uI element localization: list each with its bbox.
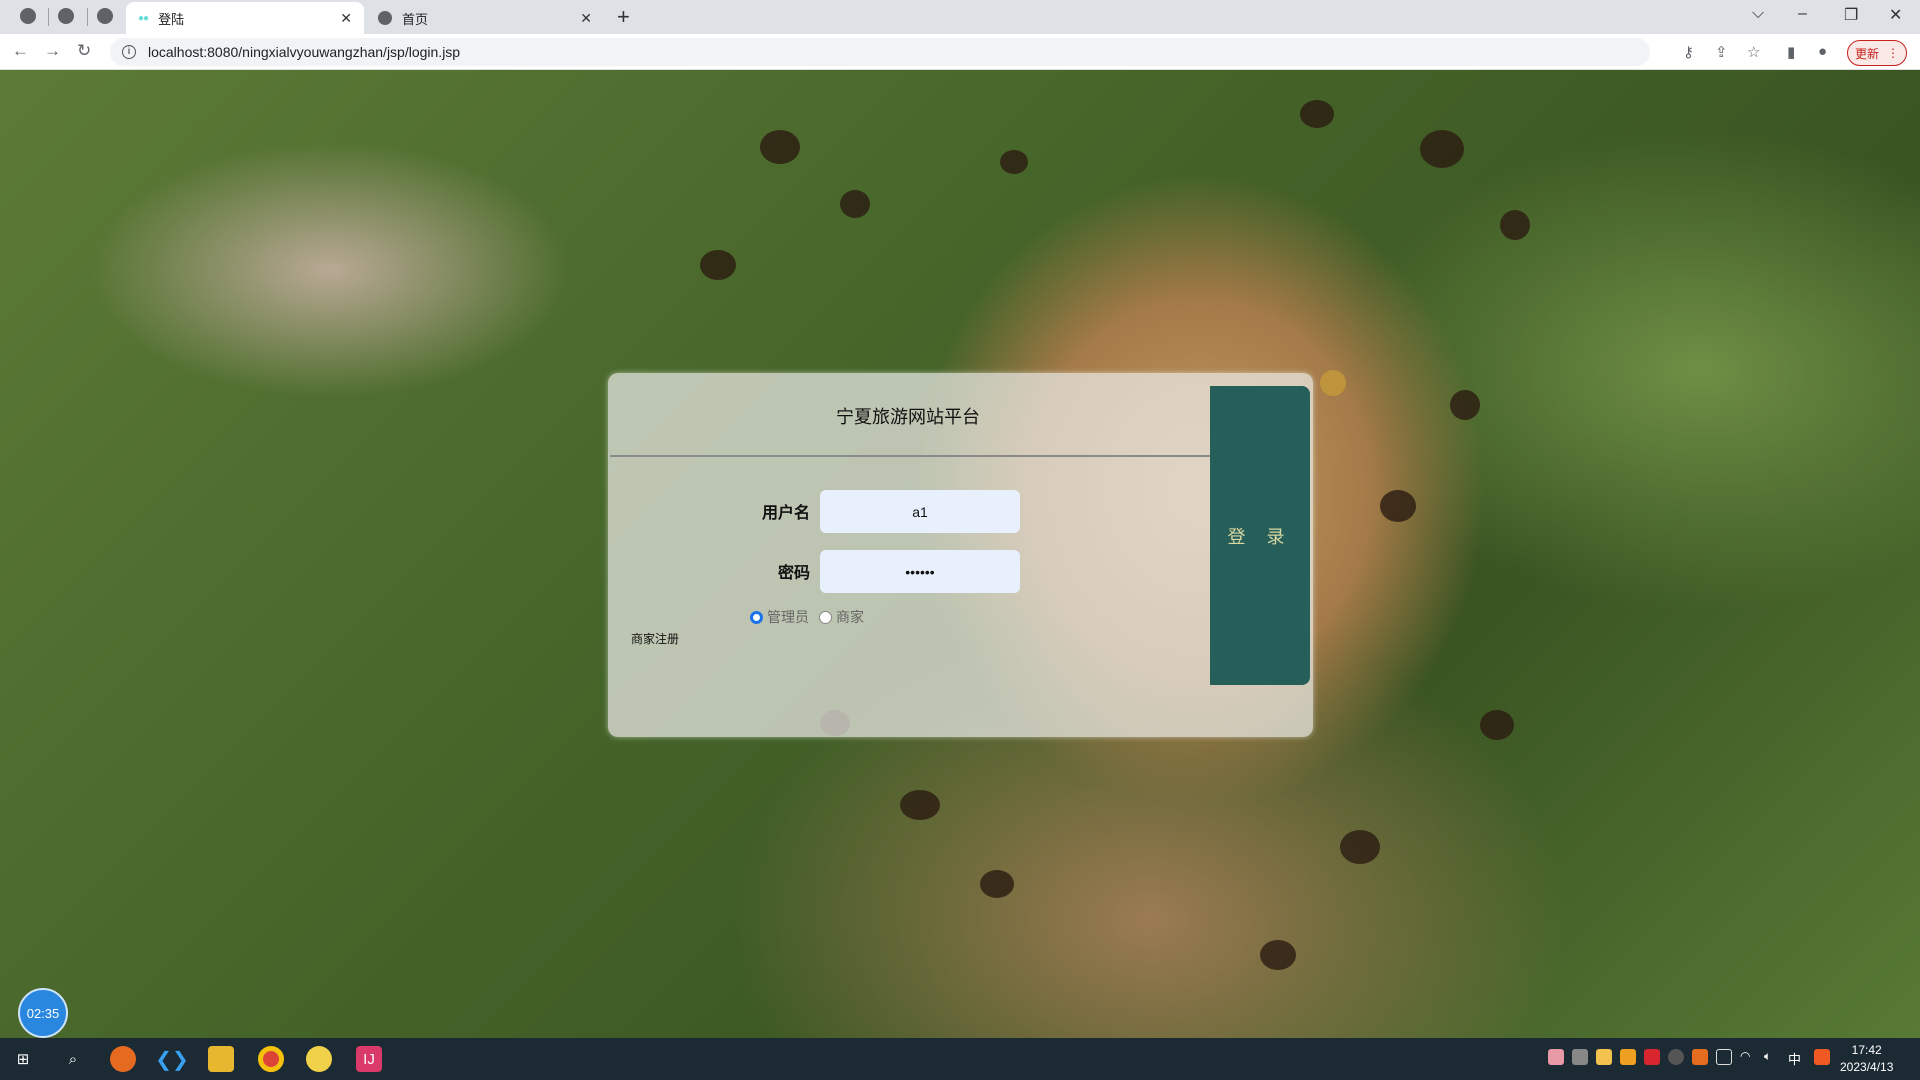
tray-app-icon[interactable] — [1644, 1049, 1660, 1065]
merchant-register-link[interactable]: 商家注册 — [631, 630, 679, 647]
wifi-icon[interactable]: ◠ — [1740, 1049, 1756, 1065]
tray-window-icon[interactable] — [1596, 1049, 1612, 1065]
file-explorer-icon[interactable] — [208, 1046, 234, 1072]
browser-tab-bar: ●● 登陆 ✕ 首页 ✕ + ⌵ – ❐ ✕ — [0, 0, 1920, 34]
back-icon[interactable]: ← — [12, 41, 29, 61]
vscode-icon[interactable]: ❮❯ — [155, 1046, 189, 1072]
url-bar[interactable]: i localhost:8080/ningxialvyouwangzhan/js… — [110, 38, 1650, 66]
tab-title: 登陆 — [158, 11, 185, 27]
username-input[interactable] — [820, 490, 1020, 533]
radio-merchant[interactable] — [819, 610, 832, 624]
volume-icon[interactable]: 🔈︎ — [1764, 1049, 1780, 1065]
globe-icon — [378, 11, 392, 25]
clock-time: 17:42 — [1851, 1043, 1882, 1057]
tab-search-chevron-icon[interactable]: ⌵ — [1752, 5, 1764, 23]
address-toolbar: ← → ↻ i localhost:8080/ningxialvyouwangz… — [0, 34, 1920, 70]
tab-divider — [48, 8, 49, 26]
close-tab-icon[interactable]: ✕ — [580, 10, 592, 27]
login-button[interactable]: 登 录 — [1210, 386, 1310, 685]
tab-title: 首页 — [402, 11, 429, 27]
recording-timer[interactable]: 02:35 — [18, 988, 68, 1038]
pinned-tab-globe-icon[interactable] — [97, 8, 113, 24]
windows-start-icon[interactable]: ⊞ — [10, 1046, 36, 1072]
sogou-icon[interactable] — [1814, 1049, 1830, 1065]
ime-indicator[interactable]: 中 — [1788, 1049, 1804, 1067]
tray-app-icon[interactable] — [1668, 1049, 1684, 1065]
forward-icon[interactable]: → — [44, 41, 61, 61]
update-label: 更新 — [1854, 46, 1879, 61]
intellij-icon[interactable]: IJ — [356, 1046, 382, 1072]
radio-admin[interactable] — [750, 610, 763, 624]
url-text: localhost:8080/ningxialvyouwangzhan/jsp/… — [148, 44, 461, 60]
role-selector: 管理员 商家 — [750, 607, 864, 627]
loading-dots-icon: ●● — [138, 12, 149, 24]
clock-date: 2023/4/13 — [1840, 1060, 1894, 1074]
tab-login[interactable]: ●● 登陆 ✕ — [126, 2, 364, 34]
info-icon[interactable]: i — [122, 45, 136, 59]
username-label: 用户名 — [761, 505, 810, 522]
search-icon[interactable]: ⌕ — [60, 1046, 86, 1072]
password-label: 密码 — [777, 565, 810, 582]
key-icon[interactable]: ⚷ — [1683, 43, 1694, 61]
tab-divider — [87, 8, 88, 26]
login-panel: 宁夏旅游网站平台 用户名 密码 管理员 商家 商家注册 登 录 — [608, 373, 1313, 737]
side-panel-icon[interactable]: ▮ — [1787, 43, 1795, 61]
minimize-icon[interactable]: – — [1798, 5, 1807, 23]
title-divider — [610, 455, 1210, 457]
password-input[interactable] — [820, 550, 1020, 593]
pinned-tab-globe-icon[interactable] — [58, 8, 74, 24]
clock[interactable]: 17:42 2023/4/13 — [1840, 1042, 1893, 1076]
site-title: 宁夏旅游网站平台 — [836, 407, 980, 427]
chrome-icon[interactable] — [258, 1046, 284, 1072]
close-tab-icon[interactable]: ✕ — [340, 10, 352, 27]
restore-icon[interactable]: ❐ — [1844, 5, 1858, 25]
tray-security-icon[interactable] — [1620, 1049, 1636, 1065]
reload-icon[interactable]: ↻ — [77, 41, 91, 61]
kebab-menu-icon: ⋮ — [1887, 46, 1899, 60]
taskbar: ⊞ ⌕ ❮❯ IJ ◠ 🔈︎ 中 17:42 2023/4/13 — [0, 1038, 1920, 1080]
radio-merchant-label: 商家 — [836, 609, 864, 625]
update-button[interactable]: 更新 ⋮ — [1847, 40, 1907, 66]
tray-app-icon[interactable] — [1548, 1049, 1564, 1065]
app-icon[interactable] — [306, 1046, 332, 1072]
tray-app-icon[interactable] — [1572, 1049, 1588, 1065]
close-window-icon[interactable]: ✕ — [1889, 5, 1902, 25]
radio-admin-label: 管理员 — [767, 609, 809, 625]
usb-icon[interactable] — [1716, 1049, 1732, 1065]
share-icon[interactable]: ⇪ — [1715, 43, 1728, 61]
pinned-tab-globe-icon[interactable] — [20, 8, 36, 24]
profile-avatar-icon[interactable]: ● — [1818, 43, 1827, 60]
tab-home[interactable]: 首页 ✕ — [366, 2, 604, 34]
tray-java-icon[interactable] — [1692, 1049, 1708, 1065]
new-tab-button[interactable]: + — [617, 4, 630, 30]
star-icon[interactable]: ☆ — [1747, 43, 1760, 61]
firefox-icon[interactable] — [110, 1046, 136, 1072]
